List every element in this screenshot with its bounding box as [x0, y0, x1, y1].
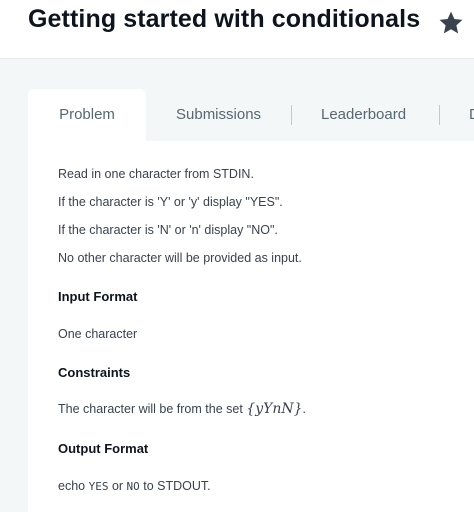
statement-line: If the character is 'N' or 'n' display "… — [58, 223, 278, 237]
code-no: NO — [126, 480, 140, 493]
output-prefix: echo — [58, 479, 89, 493]
output-suffix: to STDOUT. — [139, 479, 211, 493]
code-yes: YES — [88, 480, 109, 493]
constraints-text: The character will be from the set {yYnN… — [58, 401, 306, 417]
tab-problem[interactable]: Problem — [28, 89, 146, 141]
statement-line: Read in one character from STDIN. — [58, 167, 254, 181]
star-icon[interactable] — [437, 9, 465, 37]
page-header: Getting started with conditionals — [0, 0, 474, 59]
input-format-heading: Input Format — [58, 289, 138, 304]
problem-tabs: Problem Submissions Leaderboard D — [28, 89, 474, 141]
tab-submissions[interactable]: Submissions — [176, 89, 261, 141]
set-close-brace: } — [293, 401, 303, 417]
character-set: yYnN — [255, 401, 294, 417]
tab-discussions[interactable]: D — [469, 89, 474, 141]
page-title: Getting started with conditionals — [28, 5, 421, 33]
statement-line: No other character will be provided as i… — [58, 251, 302, 265]
output-format-text: echo YES or NO to STDOUT. — [58, 479, 211, 493]
tab-leaderboard[interactable]: Leaderboard — [321, 89, 406, 141]
statement-line: If the character is 'Y' or 'y' display "… — [58, 195, 283, 209]
set-open-brace: { — [246, 401, 256, 417]
problem-statement: Read in one character from STDIN. If the… — [28, 141, 474, 512]
constraints-prefix: The character will be from the set — [58, 402, 247, 416]
constraints-heading: Constraints — [58, 365, 131, 380]
constraints-suffix: . — [302, 402, 307, 416]
tab-divider — [291, 105, 292, 125]
output-middle: or — [108, 479, 127, 493]
output-format-heading: Output Format — [58, 441, 149, 456]
input-format-text: One character — [58, 327, 138, 341]
tab-divider — [439, 105, 440, 125]
